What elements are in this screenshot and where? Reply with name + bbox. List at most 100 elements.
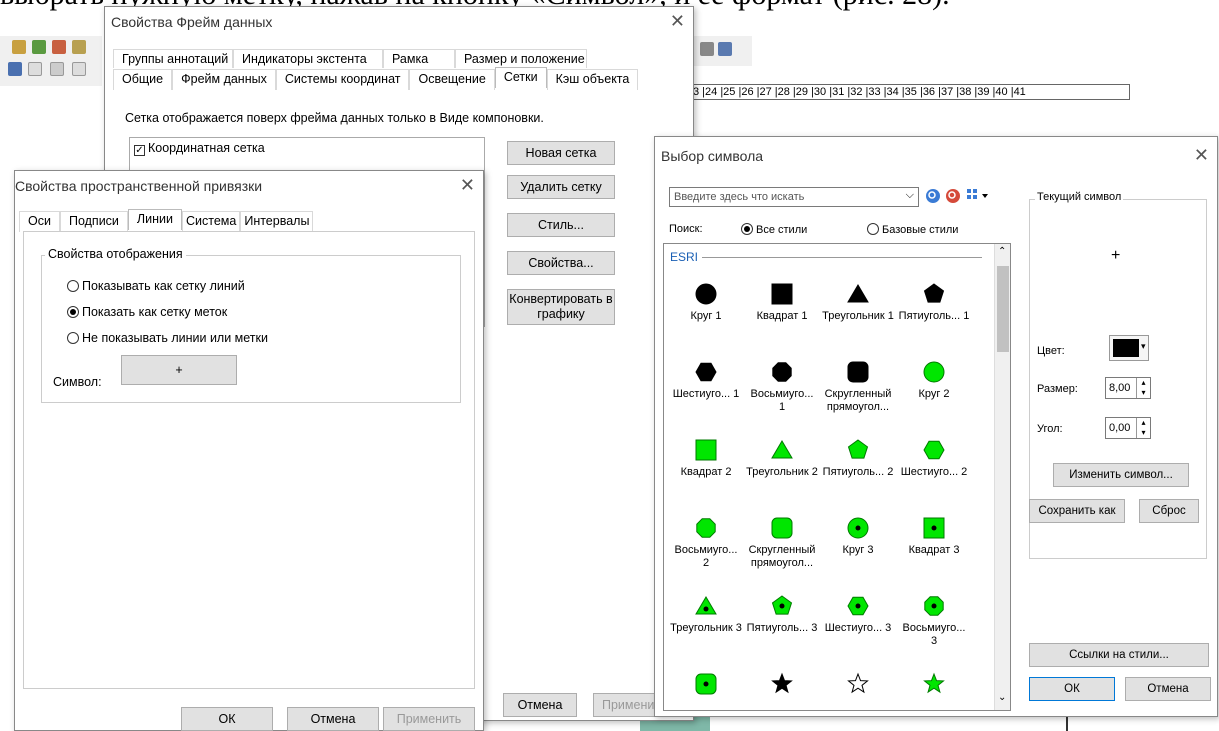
symbol-item[interactable]: Круг 3 <box>822 516 894 557</box>
toolbar-icon[interactable] <box>8 62 22 76</box>
radio-icon[interactable] <box>67 280 79 292</box>
symbol-item[interactable]: Скругленный прямоугол... <box>746 516 818 570</box>
search-icon[interactable] <box>925 188 941 204</box>
option-line-grid[interactable]: Показывать как сетку линий <box>67 279 245 293</box>
symbol-item[interactable]: Шестиуго... 1 <box>670 360 742 401</box>
tab-illumination[interactable]: Освещение <box>409 69 495 90</box>
symbol-item[interactable]: Пятиуголь... 2 <box>822 438 894 479</box>
tab-size-position[interactable]: Размер и положение <box>455 49 587 68</box>
checkbox-checked-icon[interactable]: ✓ <box>134 145 145 156</box>
radio-icon[interactable] <box>67 332 79 344</box>
radio-selected-icon[interactable] <box>67 306 79 318</box>
color-swatch <box>1113 339 1139 357</box>
close-icon[interactable]: ✕ <box>1194 145 1209 166</box>
toolbar-icon[interactable] <box>718 42 732 56</box>
style-references-button[interactable]: Ссылки на стили... <box>1029 643 1209 667</box>
symbol-item[interactable]: Треугольник 2 <box>746 438 818 479</box>
scope-base-styles[interactable]: Базовые стили <box>867 223 958 236</box>
symbol-item[interactable] <box>670 672 742 700</box>
ref-cancel-button[interactable]: Отмена <box>287 707 379 731</box>
scroll-up-icon[interactable]: ⌃ <box>998 246 1006 257</box>
option-tick-grid[interactable]: Показать как сетку меток <box>67 305 227 319</box>
size-stepper[interactable]: 8,00 ▴ ▾ <box>1105 377 1151 399</box>
grid-list-item[interactable]: ✓ Координатная сетка <box>130 138 484 159</box>
symbol-item[interactable]: Восьмиуго... 2 <box>670 516 742 570</box>
option-no-lines[interactable]: Не показывать линии или метки <box>67 331 268 345</box>
spin-up-icon[interactable]: ▴ <box>1136 418 1150 428</box>
symbol-item[interactable]: Круг 1 <box>670 282 742 323</box>
symbol-cancel-button[interactable]: Отмена <box>1125 677 1211 701</box>
tab-general[interactable]: Общие <box>113 69 173 90</box>
symbol-button[interactable]: + <box>121 355 237 385</box>
toolbar-icon[interactable] <box>32 40 46 54</box>
close-icon[interactable]: ✕ <box>670 11 685 32</box>
properties-button[interactable]: Свойства... <box>507 251 615 275</box>
tab-system[interactable]: Система <box>181 211 241 232</box>
scroll-thumb[interactable] <box>997 266 1009 352</box>
toolbar-icon[interactable] <box>50 62 64 76</box>
toolbar-icon[interactable] <box>72 40 86 54</box>
symbol-item[interactable] <box>746 672 818 700</box>
scrollbar[interactable]: ⌃ ⌄ <box>994 244 1010 710</box>
toolbar-icon[interactable] <box>28 62 42 76</box>
symbol-item[interactable]: Квадрат 2 <box>670 438 742 479</box>
display-properties-title: Свойства отображения <box>45 247 186 261</box>
tab-lines[interactable]: Линии <box>127 209 182 230</box>
search-options-icon[interactable] <box>945 188 961 204</box>
symbol-item[interactable]: Квадрат 1 <box>746 282 818 323</box>
symbol-item[interactable]: Восьмиуго... 1 <box>746 360 818 414</box>
symbol-label: Круг 3 <box>842 544 874 556</box>
radio-icon[interactable] <box>867 223 879 235</box>
scroll-down-icon[interactable]: ⌄ <box>998 692 1006 703</box>
symbol-item[interactable]: Шестиуго... 3 <box>822 594 894 635</box>
tab-grids[interactable]: Сетки <box>494 67 547 88</box>
symbol-item[interactable]: Пятиуголь... 3 <box>746 594 818 635</box>
tab-axes[interactable]: Оси <box>19 211 60 232</box>
chevron-down-icon[interactable]: ▾ <box>1141 341 1146 352</box>
style-button[interactable]: Стиль... <box>507 213 615 237</box>
save-as-button[interactable]: Сохранить как <box>1029 499 1125 523</box>
view-options-icon[interactable] <box>967 189 991 203</box>
angle-stepper[interactable]: 0,00 ▴ ▾ <box>1105 417 1151 439</box>
symbol-item[interactable]: Треугольник 3 <box>670 594 742 635</box>
symbol-ok-button[interactable]: ОК <box>1029 677 1115 701</box>
symbol-item[interactable]: Квадрат 3 <box>898 516 970 557</box>
delete-grid-button[interactable]: Удалить сетку <box>507 175 615 199</box>
toolbar-icon[interactable] <box>52 40 66 54</box>
toolbar-icon[interactable] <box>700 42 714 56</box>
toolbar-icon[interactable] <box>12 40 26 54</box>
convert-to-graphics-button[interactable]: Конвертировать в графику <box>507 289 615 325</box>
edit-symbol-button[interactable]: Изменить символ... <box>1053 463 1189 487</box>
symbol-item[interactable]: Пятиуголь... 1 <box>898 282 970 323</box>
symbol-item[interactable]: Скругленный прямоугол... <box>822 360 894 414</box>
ref-ok-button[interactable]: ОК <box>181 707 273 731</box>
tab-intervals[interactable]: Интервалы <box>240 211 314 232</box>
close-icon[interactable]: ✕ <box>460 175 475 196</box>
frame-cancel-button[interactable]: Отмена <box>503 693 577 717</box>
tab-object-cache[interactable]: Кэш объекта <box>546 69 639 90</box>
tab-extent-indicators[interactable]: Индикаторы экстента <box>233 49 383 68</box>
toolbar-icon[interactable] <box>72 62 86 76</box>
radio-selected-icon[interactable] <box>741 223 753 235</box>
spin-down-icon[interactable]: ▾ <box>1136 388 1150 398</box>
symbol-item[interactable] <box>898 672 970 700</box>
symbol-item[interactable]: Шестиуго... 2 <box>898 438 970 479</box>
symbol-item[interactable] <box>822 672 894 700</box>
tab-data-frame[interactable]: Фрейм данных <box>172 69 276 90</box>
symbol-item[interactable]: Восьмиуго... 3 <box>898 594 970 648</box>
symbol-item[interactable]: Треугольник 1 <box>822 282 894 323</box>
tab-annotation-groups[interactable]: Группы аннотаций <box>113 49 233 68</box>
new-grid-button[interactable]: Новая сетка <box>507 141 615 165</box>
scope-all-styles[interactable]: Все стили <box>741 223 807 236</box>
symbol-item[interactable]: Круг 2 <box>898 360 970 401</box>
tab-frame[interactable]: Рамка <box>383 49 455 68</box>
tab-coordinate-systems[interactable]: Системы координат <box>275 69 410 90</box>
reset-button[interactable]: Сброс <box>1139 499 1199 523</box>
chevron-down-icon[interactable]: ⌵ <box>906 189 914 202</box>
ref-apply-button[interactable]: Применить <box>383 707 475 731</box>
spin-up-icon[interactable]: ▴ <box>1136 378 1150 388</box>
symbol-search-input[interactable]: Введите здесь что искать ⌵ <box>669 187 919 207</box>
color-picker[interactable]: ▾ <box>1109 335 1149 361</box>
tab-labels[interactable]: Подписи <box>59 211 128 232</box>
spin-down-icon[interactable]: ▾ <box>1136 428 1150 438</box>
